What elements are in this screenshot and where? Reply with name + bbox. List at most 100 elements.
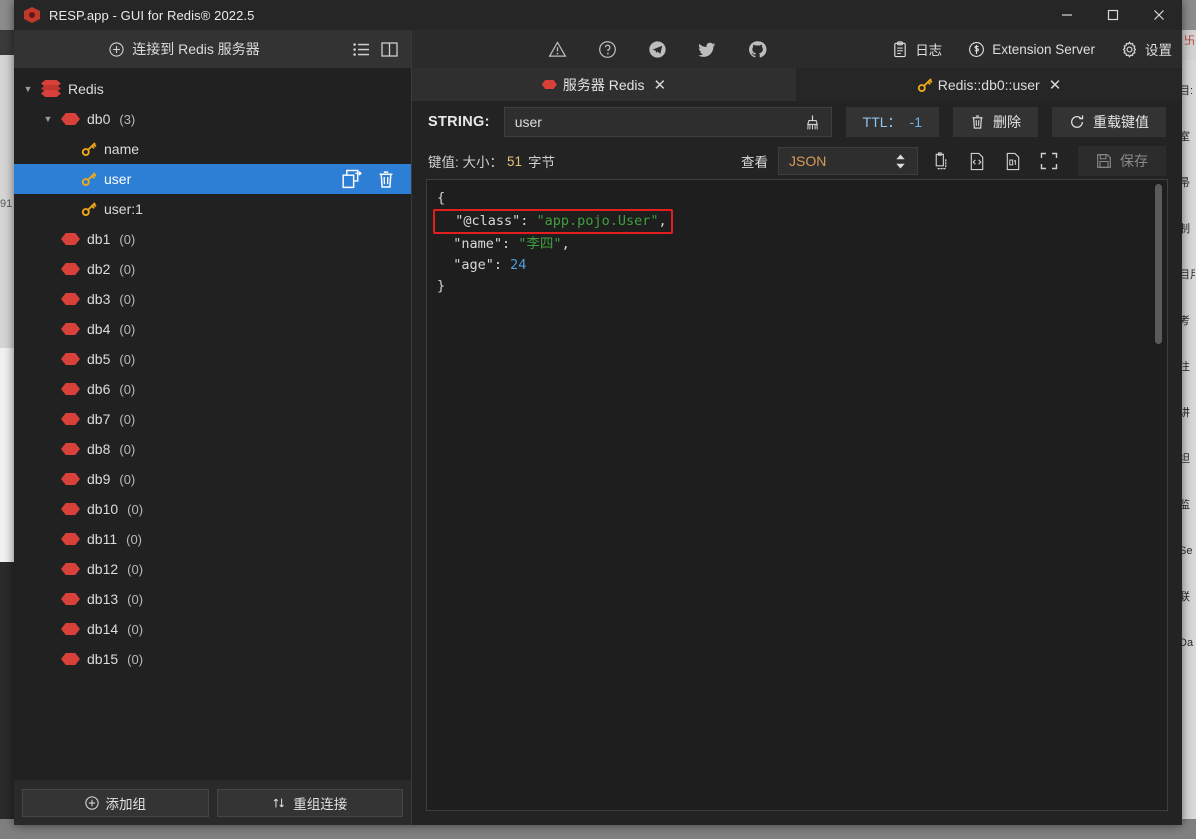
log-button[interactable]: 日志 xyxy=(892,39,942,59)
database-icon xyxy=(61,593,80,605)
extension-server-button[interactable]: Extension Server xyxy=(968,41,1095,58)
save-to-file-icon[interactable] xyxy=(1000,148,1026,174)
broom-icon[interactable] xyxy=(804,114,821,131)
copy-to-clipboard-icon[interactable] xyxy=(928,148,954,174)
highlight-annotation-box: "@class": "app.pojo.User", xyxy=(433,209,673,234)
tree-item-db12[interactable]: db12 (0) xyxy=(14,554,411,584)
key-icon xyxy=(81,171,97,187)
json-line: "name": "李四", xyxy=(437,234,1157,255)
tab-label: 服务器 Redis xyxy=(562,76,645,93)
database-icon xyxy=(61,623,80,635)
tree-item-label: Redis xyxy=(68,81,104,97)
ttl-button[interactable]: TTL： -1 xyxy=(845,107,939,137)
tree-item-db0[interactable]: ▼ db0 (3) xyxy=(14,104,411,134)
json-line: "age": 24 xyxy=(437,255,1157,276)
tree-item-db7[interactable]: db7 (0) xyxy=(14,404,411,434)
github-icon[interactable] xyxy=(745,37,769,61)
key-name-input[interactable]: user xyxy=(503,107,832,137)
tree-item-db6[interactable]: db6 (0) xyxy=(14,374,411,404)
connection-tree[interactable]: ▼ Redis ▼ db0 (3) name user user:1 db1 (0) db2 (0) d… xyxy=(14,68,411,780)
add-group-button[interactable]: 添加组 xyxy=(22,788,209,817)
tree-item-db3[interactable]: db3 (0) xyxy=(14,284,411,314)
tree-item-db10[interactable]: db10 (0) xyxy=(14,494,411,524)
toolbar-right-group: 日志 Extension Server 设置 xyxy=(892,39,1172,59)
question-circle-icon[interactable] xyxy=(595,37,619,61)
json-token: "李四" xyxy=(518,236,562,252)
tree-item-label: db13 xyxy=(87,591,119,607)
tree-item-label: db8 xyxy=(87,441,111,457)
json-token: "age" xyxy=(437,257,494,273)
view-format-select[interactable]: JSON xyxy=(778,147,918,175)
tree-item-label: db9 xyxy=(87,471,111,487)
trash-icon[interactable] xyxy=(377,170,395,189)
editor-scrollbar-track[interactable] xyxy=(1155,180,1165,810)
tree-item-db14[interactable]: db14 (0) xyxy=(14,614,411,644)
reload-label: 重载键值 xyxy=(1093,114,1149,130)
ttl-label: TTL： xyxy=(862,114,902,130)
sort-arrows-icon xyxy=(272,796,286,810)
window-title: RESP.app - GUI for Redis® 2022.5 xyxy=(49,7,255,23)
tree-item-user-1[interactable]: user:1 xyxy=(14,194,411,224)
delete-label: 删除 xyxy=(993,114,1021,130)
warning-triangle-icon[interactable] xyxy=(545,37,569,61)
json-content[interactable]: { "@class": "app.pojo.User", "name": "李四… xyxy=(427,180,1167,305)
maximize-button[interactable] xyxy=(1090,0,1136,30)
tree-item-label: db2 xyxy=(87,261,111,277)
tab-close-icon[interactable]: ✕ xyxy=(654,76,667,94)
tree-item-label: db6 xyxy=(87,381,111,397)
telegram-icon[interactable] xyxy=(645,37,669,61)
tree-item-label: db12 xyxy=(87,561,119,577)
tree-item-user[interactable]: user xyxy=(14,164,411,194)
twitter-icon[interactable] xyxy=(695,37,719,61)
tree-item-db15[interactable]: db15 (0) xyxy=(14,644,411,674)
database-icon xyxy=(61,653,80,665)
refresh-icon xyxy=(1069,114,1085,130)
tree-item-db11[interactable]: db11 (0) xyxy=(14,524,411,554)
background-right-red-mark: 卐 xyxy=(1184,35,1195,47)
tree-item-db9[interactable]: db9 (0) xyxy=(14,464,411,494)
copy-key-icon[interactable] xyxy=(342,169,363,189)
reload-value-button[interactable]: 重载键值 xyxy=(1052,107,1166,137)
tree-item-label: user:1 xyxy=(104,201,143,217)
json-token: , xyxy=(561,236,570,252)
fullscreen-icon[interactable] xyxy=(1036,148,1062,174)
tab-label: Redis::db0::user xyxy=(937,76,1040,93)
database-icon xyxy=(541,80,557,89)
key-icon xyxy=(917,77,933,92)
delete-key-button[interactable]: 删除 xyxy=(953,107,1038,137)
connect-to-redis-button[interactable]: 连接到 Redis 服务器 xyxy=(22,39,347,59)
resp-app-window: RESP.app - GUI for Redis® 2022.5 连接到 Red… xyxy=(14,0,1182,825)
tree-item-count: (0) xyxy=(127,621,144,637)
value-editor[interactable]: { "@class": "app.pojo.User", "name": "李四… xyxy=(426,179,1168,811)
tree-item-label: db7 xyxy=(87,411,111,427)
format-code-icon[interactable] xyxy=(964,148,990,174)
database-icon xyxy=(61,503,80,515)
save-value-button[interactable]: 保存 xyxy=(1078,146,1166,176)
editor-scrollbar-thumb[interactable] xyxy=(1155,184,1162,344)
expand-caret-icon[interactable]: ▼ xyxy=(22,84,34,94)
close-button[interactable] xyxy=(1136,0,1182,30)
tree-item-redis[interactable]: ▼ Redis xyxy=(14,74,411,104)
expand-caret-icon[interactable]: ▼ xyxy=(42,114,54,124)
tree-item-db2[interactable]: db2 (0) xyxy=(14,254,411,284)
database-icon xyxy=(61,263,80,275)
key-toolbar: STRING: user TTL： -1 删除 重载键值 xyxy=(412,101,1182,143)
tab-server[interactable]: 服务器 Redis ✕ xyxy=(412,68,797,101)
list-view-icon[interactable] xyxy=(347,35,375,63)
tree-item-db4[interactable]: db4 (0) xyxy=(14,314,411,344)
tree-item-db5[interactable]: db5 (0) xyxy=(14,344,411,374)
tree-item-db13[interactable]: db13 (0) xyxy=(14,584,411,614)
split-panel-icon[interactable] xyxy=(375,35,403,63)
reorder-connections-button[interactable]: 重组连接 xyxy=(216,788,403,817)
tree-item-count: (0) xyxy=(119,351,136,367)
tab-key[interactable]: Redis::db0::user ✕ xyxy=(797,68,1182,101)
tree-item-db8[interactable]: db8 (0) xyxy=(14,434,411,464)
toolbar-center-icons xyxy=(422,37,892,61)
tab-close-icon[interactable]: ✕ xyxy=(1049,76,1062,94)
minimize-button[interactable] xyxy=(1044,0,1090,30)
settings-button[interactable]: 设置 xyxy=(1121,39,1172,59)
tree-item-name[interactable]: name xyxy=(14,134,411,164)
database-icon xyxy=(61,563,80,575)
tree-item-db1[interactable]: db1 (0) xyxy=(14,224,411,254)
tree-item-label: db15 xyxy=(87,651,119,667)
